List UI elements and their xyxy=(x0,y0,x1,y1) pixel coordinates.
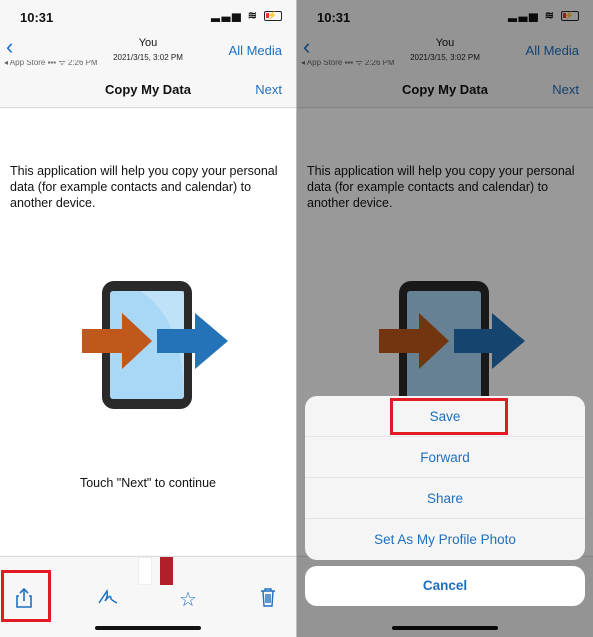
left-screen: 10:31 ▂▃▅ ≋ ⚡ ‹ You 2021/3/15, 3:02 PM A… xyxy=(0,0,296,637)
screenshot-content: This application will help you copy your… xyxy=(0,109,296,555)
thumbnail-strip[interactable] xyxy=(138,557,178,585)
star-icon[interactable]: ☆ xyxy=(175,587,201,613)
cancel-button[interactable]: Cancel xyxy=(305,566,585,606)
next-button[interactable]: Next xyxy=(255,82,282,97)
all-media-button[interactable]: All Media xyxy=(229,43,282,58)
home-indicator xyxy=(95,626,201,630)
save-highlight xyxy=(390,398,508,435)
thumbnail[interactable] xyxy=(160,557,173,585)
page-title: Copy My Data xyxy=(105,82,191,97)
wifi-icon: ≋ xyxy=(247,10,259,22)
battery-icon: ⚡ xyxy=(264,11,282,22)
screenshot-status-bar: ◂ App Store ▪▪▪ ᯤ 2:26 PM xyxy=(4,60,98,67)
status-time: 10:31 xyxy=(20,10,54,25)
app-nav-bar: Copy My Data Next xyxy=(0,68,296,108)
forward-option[interactable]: Forward xyxy=(305,437,585,478)
continue-hint: Touch "Next" to continue xyxy=(79,476,217,490)
share-option[interactable]: Share xyxy=(305,478,585,519)
status-icons: ▂▃▅ ≋ ⚡ xyxy=(211,9,282,22)
right-screen: 10:31 ▂▃▅ ≋ ⚡ ‹ You 2021/3/15, 3:02 PM A… xyxy=(297,0,593,637)
share-button-highlight xyxy=(1,570,51,622)
copy-data-illustration xyxy=(82,281,228,409)
set-profile-photo-option[interactable]: Set As My Profile Photo xyxy=(305,519,585,560)
status-bar: 10:31 ▂▃▅ ≋ ⚡ xyxy=(0,0,296,32)
trash-icon[interactable] xyxy=(255,587,281,613)
signal-icon: ▂▃▅ xyxy=(211,10,243,22)
thumbnail[interactable] xyxy=(138,557,152,585)
intro-text: This application will help you copy your… xyxy=(10,164,278,210)
markup-icon[interactable] xyxy=(95,587,121,613)
